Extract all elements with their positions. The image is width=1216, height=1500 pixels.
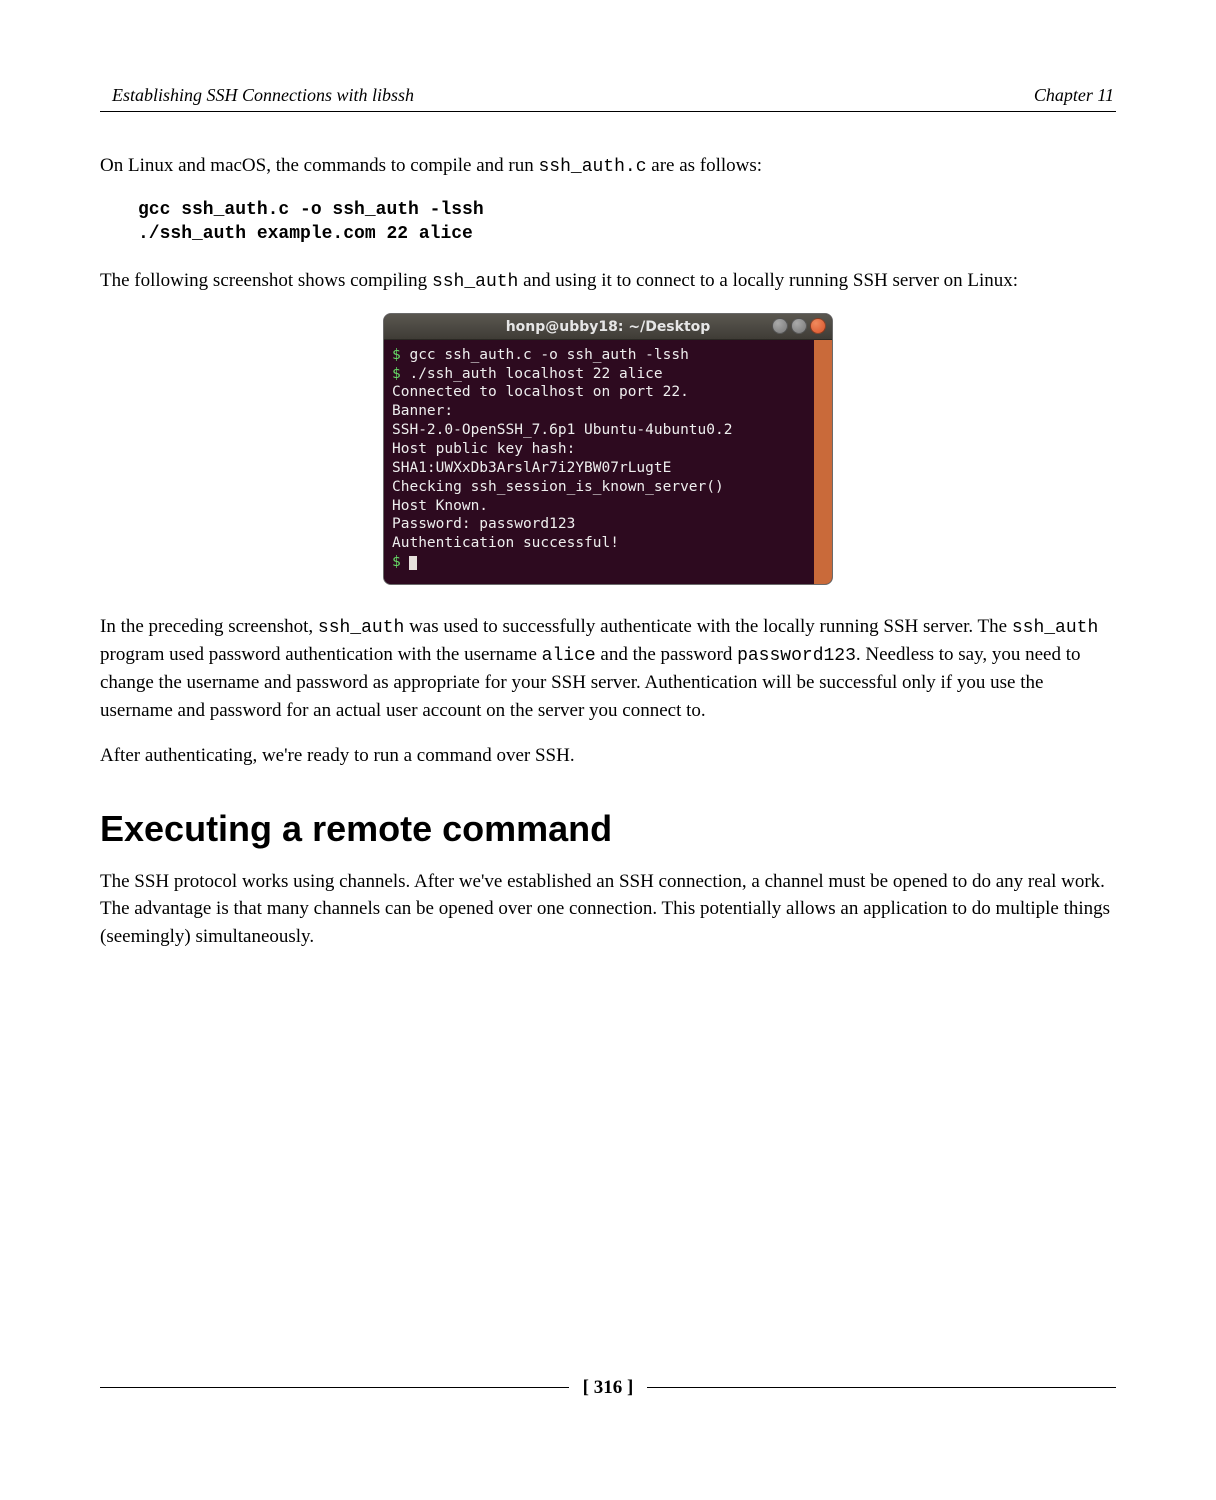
- terminal-output: $ gcc ssh_auth.c -o ssh_auth -lssh $ ./s…: [384, 340, 832, 584]
- text: On Linux and macOS, the commands to comp…: [100, 155, 539, 176]
- window-controls: [772, 318, 826, 334]
- paragraph-channels: The SSH protocol works using channels. A…: [100, 868, 1116, 951]
- output-line: Connected to localhost on port 22.: [392, 384, 689, 400]
- output-line: SSH-2.0-OpenSSH_7.6p1 Ubuntu-4ubuntu0.2: [392, 422, 732, 438]
- inline-code: ssh_auth.c: [539, 157, 647, 177]
- chapter-title: Establishing SSH Connections with libssh: [100, 82, 414, 109]
- terminal-title: honp@ubby18: ~/Desktop: [506, 319, 711, 335]
- maximize-icon: [791, 318, 807, 334]
- text: The following screenshot shows compiling: [100, 270, 432, 291]
- footer-rule-left: [100, 1387, 569, 1388]
- close-icon: [810, 318, 826, 334]
- terminal-screenshot: honp@ubby18: ~/Desktop $ gcc ssh_auth.c …: [100, 313, 1116, 585]
- page-footer: [ 316 ]: [100, 1374, 1116, 1403]
- page-content: Establishing SSH Connections with libssh…: [0, 0, 1216, 950]
- paragraph-screenshot-intro: The following screenshot shows compiling…: [100, 267, 1116, 295]
- paragraph-explanation: In the preceding screenshot, ssh_auth wa…: [100, 613, 1116, 724]
- command: gcc ssh_auth.c -o ssh_auth -lssh: [409, 347, 688, 363]
- prompt: $: [392, 366, 409, 382]
- text: and using it to connect to a locally run…: [518, 270, 1018, 291]
- output-line: Password: password123: [392, 516, 575, 532]
- paragraph-intro: On Linux and macOS, the commands to comp…: [100, 152, 1116, 180]
- minimize-icon: [772, 318, 788, 334]
- text: program used password authentication wit…: [100, 644, 542, 665]
- compile-commands-code: gcc ssh_auth.c -o ssh_auth -lssh ./ssh_a…: [138, 198, 1116, 247]
- inline-code: ssh_auth: [318, 618, 404, 638]
- output-line: Host public key hash:: [392, 441, 575, 457]
- footer-rule-right: [647, 1387, 1116, 1388]
- inline-code: alice: [542, 646, 596, 666]
- prompt: $: [392, 554, 409, 570]
- text: In the preceding screenshot,: [100, 616, 318, 637]
- inline-code: ssh_auth: [1012, 618, 1098, 638]
- text: and the password: [596, 644, 737, 665]
- page-number: [ 316 ]: [583, 1374, 634, 1403]
- section-heading: Executing a remote command: [100, 802, 1116, 856]
- output-line: Authentication successful!: [392, 535, 619, 551]
- prompt: $: [392, 347, 409, 363]
- inline-code: password123: [737, 646, 856, 666]
- text: are as follows:: [647, 155, 763, 176]
- output-line: Host Known.: [392, 498, 488, 514]
- cursor-icon: [409, 556, 417, 570]
- output-line: SHA1:UWXxDb3ArslAr7i2YBW07rLugtE: [392, 460, 671, 476]
- terminal-titlebar: honp@ubby18: ~/Desktop: [384, 314, 832, 340]
- paragraph-transition: After authenticating, we're ready to run…: [100, 742, 1116, 770]
- inline-code: ssh_auth: [432, 272, 518, 292]
- chapter-label: Chapter 11: [1034, 82, 1116, 109]
- output-line: Banner:: [392, 403, 453, 419]
- terminal-window: honp@ubby18: ~/Desktop $ gcc ssh_auth.c …: [383, 313, 833, 585]
- text: was used to successfully authenticate wi…: [404, 616, 1012, 637]
- command: ./ssh_auth localhost 22 alice: [409, 366, 662, 382]
- running-header: Establishing SSH Connections with libssh…: [100, 82, 1116, 112]
- output-line: Checking ssh_session_is_known_server(): [392, 479, 724, 495]
